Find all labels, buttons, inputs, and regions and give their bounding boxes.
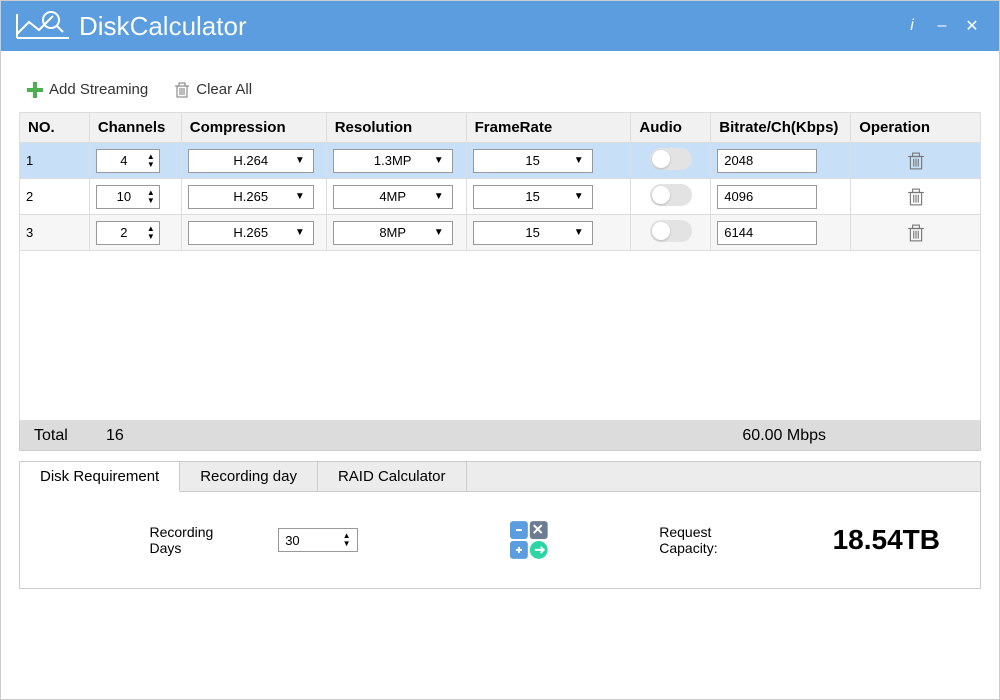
spinner-arrows-icon: ▲▼: [147, 153, 155, 169]
cell-no: 2: [20, 179, 90, 215]
spinner-arrows-icon: ▲▼: [147, 189, 155, 205]
cell-no: 1: [20, 143, 90, 179]
resolution-select[interactable]: 1.3MP: [333, 149, 453, 173]
tab-panel-disk-requirement: Recording Days 30 ▲▼ Request Capacity: 1…: [20, 492, 980, 588]
info-button[interactable]: i: [897, 11, 927, 41]
framerate-select[interactable]: 15: [473, 185, 593, 209]
tab-disk-requirement[interactable]: Disk Requirement: [20, 462, 180, 492]
header-compression: Compression: [181, 113, 326, 143]
tab-raid-calculator[interactable]: RAID Calculator: [318, 462, 467, 492]
app-title-bold: Disk: [79, 11, 130, 42]
compression-select[interactable]: H.265: [188, 185, 314, 209]
clear-all-label: Clear All: [196, 81, 252, 98]
recording-days-value: 30: [285, 533, 299, 548]
recording-days-input[interactable]: 30 ▲▼: [278, 528, 357, 552]
header-resolution: Resolution: [326, 113, 466, 143]
add-streaming-button[interactable]: Add Streaming: [27, 81, 148, 98]
total-bar: Total 16 60.00 Mbps: [19, 421, 981, 451]
toolbar: Add Streaming Clear All: [19, 71, 981, 112]
header-channels: Channels: [89, 113, 181, 143]
spinner-arrows-icon: ▲▼: [343, 532, 351, 548]
table-row[interactable]: 210▲▼ H.265 4MP 15: [20, 179, 981, 215]
total-label: Total: [34, 427, 106, 445]
close-button[interactable]: ✕: [957, 11, 987, 41]
compression-select[interactable]: H.264: [188, 149, 314, 173]
total-bitrate: 60.00 Mbps: [742, 427, 826, 445]
streams-table: NO. Channels Compression Resolution Fram…: [19, 112, 981, 251]
app-logo: Disk Calculator: [13, 10, 247, 42]
request-capacity-value: 18.54TB: [833, 524, 940, 556]
table-empty-area: [19, 251, 981, 421]
channels-input[interactable]: 4▲▼: [96, 149, 160, 173]
audio-toggle[interactable]: [650, 220, 692, 242]
audio-toggle[interactable]: [650, 184, 692, 206]
trash-icon: [907, 224, 925, 242]
trash-icon: [907, 152, 925, 170]
bitrate-input[interactable]: [717, 221, 817, 245]
header-framerate: FrameRate: [466, 113, 631, 143]
header-audio: Audio: [631, 113, 711, 143]
request-capacity-label: Request Capacity:: [659, 524, 772, 556]
total-channels: 16: [106, 427, 166, 445]
bitrate-input[interactable]: [717, 149, 817, 173]
recording-days-label: Recording Days: [149, 524, 248, 556]
titlebar: Disk Calculator i – ✕: [1, 1, 999, 51]
trash-icon: [174, 82, 190, 98]
minimize-button[interactable]: –: [927, 11, 957, 41]
header-bitrate: Bitrate/Ch(Kbps): [711, 113, 851, 143]
resolution-select[interactable]: 4MP: [333, 185, 453, 209]
header-no: NO.: [20, 113, 90, 143]
framerate-select[interactable]: 15: [473, 221, 593, 245]
audio-toggle[interactable]: [650, 148, 692, 170]
table-row[interactable]: 14▲▼ H.264 1.3MP 15: [20, 143, 981, 179]
clear-all-button[interactable]: Clear All: [174, 81, 252, 98]
compression-select[interactable]: H.265: [188, 221, 314, 245]
framerate-select[interactable]: 15: [473, 149, 593, 173]
add-streaming-label: Add Streaming: [49, 81, 148, 98]
resolution-select[interactable]: 8MP: [333, 221, 453, 245]
spinner-arrows-icon: ▲▼: [147, 225, 155, 241]
trash-icon: [907, 188, 925, 206]
tab-recording-day[interactable]: Recording day: [180, 462, 318, 492]
calculator-icon[interactable]: [508, 519, 550, 561]
cell-no: 3: [20, 215, 90, 251]
plus-icon: [27, 82, 43, 98]
tabs: Disk Requirement Recording day RAID Calc…: [19, 461, 981, 589]
chart-logo-icon: [13, 10, 73, 42]
header-operation: Operation: [851, 113, 981, 143]
table-row[interactable]: 32▲▼ H.265 8MP 15: [20, 215, 981, 251]
delete-row-button[interactable]: [857, 188, 974, 206]
channels-input[interactable]: 2▲▼: [96, 221, 160, 245]
delete-row-button[interactable]: [857, 224, 974, 242]
bitrate-input[interactable]: [717, 185, 817, 209]
delete-row-button[interactable]: [857, 152, 974, 170]
channels-input[interactable]: 10▲▼: [96, 185, 160, 209]
app-title-light: Calculator: [130, 11, 247, 42]
